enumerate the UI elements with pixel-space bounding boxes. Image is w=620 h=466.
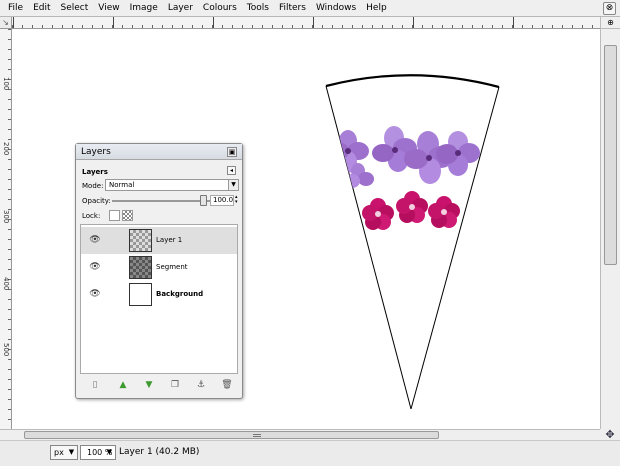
layer-row[interactable]: 👁 Segment: [81, 254, 237, 281]
duplicate-layer-icon[interactable]: ❐: [168, 378, 182, 392]
eye-icon[interactable]: 👁: [89, 289, 101, 299]
lock-label: Lock:: [82, 212, 101, 220]
lock-alpha-toggle[interactable]: [122, 210, 133, 221]
lock-pixels-toggle[interactable]: [109, 210, 120, 221]
layer-row[interactable]: 👁 Background: [81, 281, 237, 308]
delete-layer-icon[interactable]: 🗑: [220, 378, 234, 392]
navigate-icon[interactable]: ✥: [600, 429, 620, 440]
vruler-label: 200: [2, 142, 10, 156]
vruler-label: 100: [2, 77, 10, 91]
layer-thumbnail: [129, 256, 152, 279]
opacity-slider-handle[interactable]: [200, 195, 207, 206]
horizontal-ruler[interactable]: [12, 17, 600, 29]
layer-thumbnail: [129, 229, 152, 252]
layer-row[interactable]: 👁 Layer 1: [81, 227, 237, 254]
vertical-scroll-thumb[interactable]: [604, 45, 617, 265]
close-icon[interactable]: ▣: [227, 147, 237, 157]
vertical-ruler[interactable]: 100 200 300 400 500: [0, 29, 12, 429]
opacity-spin-icon[interactable]: ▴ ▾: [235, 195, 239, 206]
chevron-down-icon: ▼: [68, 448, 75, 456]
layer-list: 👁 Layer 1 👁 Segment 👁 Background: [80, 224, 238, 374]
zoom-toggle-icon[interactable]: ⊕: [600, 17, 620, 29]
status-bar: px ▼ 100 % ▼ Layer 1 (40.2 MB): [0, 440, 620, 466]
horizontal-scroll-thumb[interactable]: [24, 431, 439, 439]
raise-layer-icon[interactable]: ▲: [116, 378, 130, 392]
chevron-down-icon: ▼: [228, 180, 238, 190]
layers-toolbar: ▯ ▲ ▼ ❐ ⚓ 🗑: [80, 377, 238, 393]
opacity-label: Opacity:: [82, 197, 111, 205]
new-layer-icon[interactable]: ▯: [88, 378, 102, 392]
menu-edit[interactable]: Edit: [28, 0, 55, 17]
mode-label: Mode:: [82, 182, 104, 190]
menu-view[interactable]: View: [93, 0, 124, 17]
menu-select[interactable]: Select: [56, 0, 94, 17]
layer-thumbnail: [129, 283, 152, 306]
magenta-flower: [428, 196, 460, 228]
menu-layer[interactable]: Layer: [163, 0, 198, 17]
quick-mask-corner-icon[interactable]: ↘: [0, 17, 12, 29]
eye-icon[interactable]: 👁: [89, 262, 101, 272]
vertical-scrollbar[interactable]: [600, 29, 620, 429]
eye-icon[interactable]: 👁: [89, 235, 101, 245]
layer-name: Segment: [156, 263, 188, 271]
menu-colours[interactable]: Colours: [198, 0, 242, 17]
vruler-label: 400: [2, 277, 10, 291]
tab-menu-icon[interactable]: ◂: [227, 166, 236, 175]
cone-segment-outline: [325, 74, 500, 410]
unit-value: px: [54, 448, 64, 457]
layers-dialog-title[interactable]: Layers: [76, 144, 242, 160]
layer-name: Layer 1: [156, 236, 183, 244]
menu-help[interactable]: Help: [361, 0, 392, 17]
anchor-layer-icon[interactable]: ⚓: [194, 378, 208, 392]
close-image-icon[interactable]: ⊗: [603, 2, 616, 15]
menu-bar: File Edit Select View Image Layer Colour…: [0, 0, 620, 17]
zoom-select[interactable]: 100 % ▼: [80, 445, 116, 460]
opacity-value[interactable]: 100.0: [210, 195, 234, 206]
layers-tab-header: Layers: [82, 168, 108, 176]
purple-flower: [436, 131, 480, 176]
chevron-down-icon: ▼: [106, 448, 113, 456]
layer-name: Background: [156, 290, 204, 298]
horizontal-scrollbar[interactable]: [0, 429, 600, 440]
magenta-flower: [362, 198, 394, 230]
opacity-slider[interactable]: [112, 200, 210, 202]
unit-select[interactable]: px ▼: [50, 445, 78, 460]
lower-layer-icon[interactable]: ▼: [142, 378, 156, 392]
vruler-label: 500: [2, 343, 10, 357]
layers-dialog: Layers ▣ Layers ◂ Mode: Normal ▼ Opacity…: [75, 143, 243, 399]
vruler-label: 300: [2, 210, 10, 224]
menu-tools[interactable]: Tools: [242, 0, 274, 17]
mode-select[interactable]: Normal ▼: [105, 179, 239, 191]
menu-windows[interactable]: Windows: [311, 0, 361, 17]
menu-image[interactable]: Image: [125, 0, 163, 17]
magenta-flower: [396, 191, 428, 223]
menu-file[interactable]: File: [3, 0, 28, 17]
menu-filters[interactable]: Filters: [274, 0, 311, 17]
status-message: Layer 1 (40.2 MB): [119, 447, 200, 457]
mode-value: Normal: [109, 181, 135, 189]
